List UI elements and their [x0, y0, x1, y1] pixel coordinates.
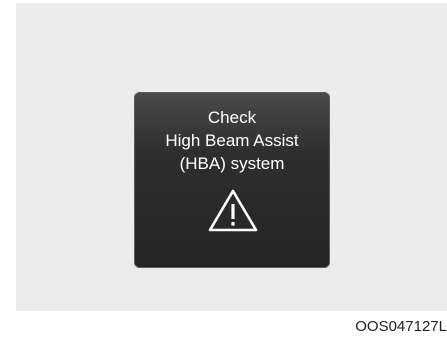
figure-code: OOS047127L: [355, 318, 447, 335]
cluster-message-display: Check High Beam Assist (HBA) system: [134, 92, 330, 268]
message-line-2: High Beam Assist: [165, 131, 299, 150]
warning-message: Check High Beam Assist (HBA) system: [134, 106, 330, 175]
message-line-3: (HBA) system: [179, 154, 285, 173]
message-line-1: Check: [207, 108, 257, 127]
warning-triangle-icon: [208, 189, 258, 232]
